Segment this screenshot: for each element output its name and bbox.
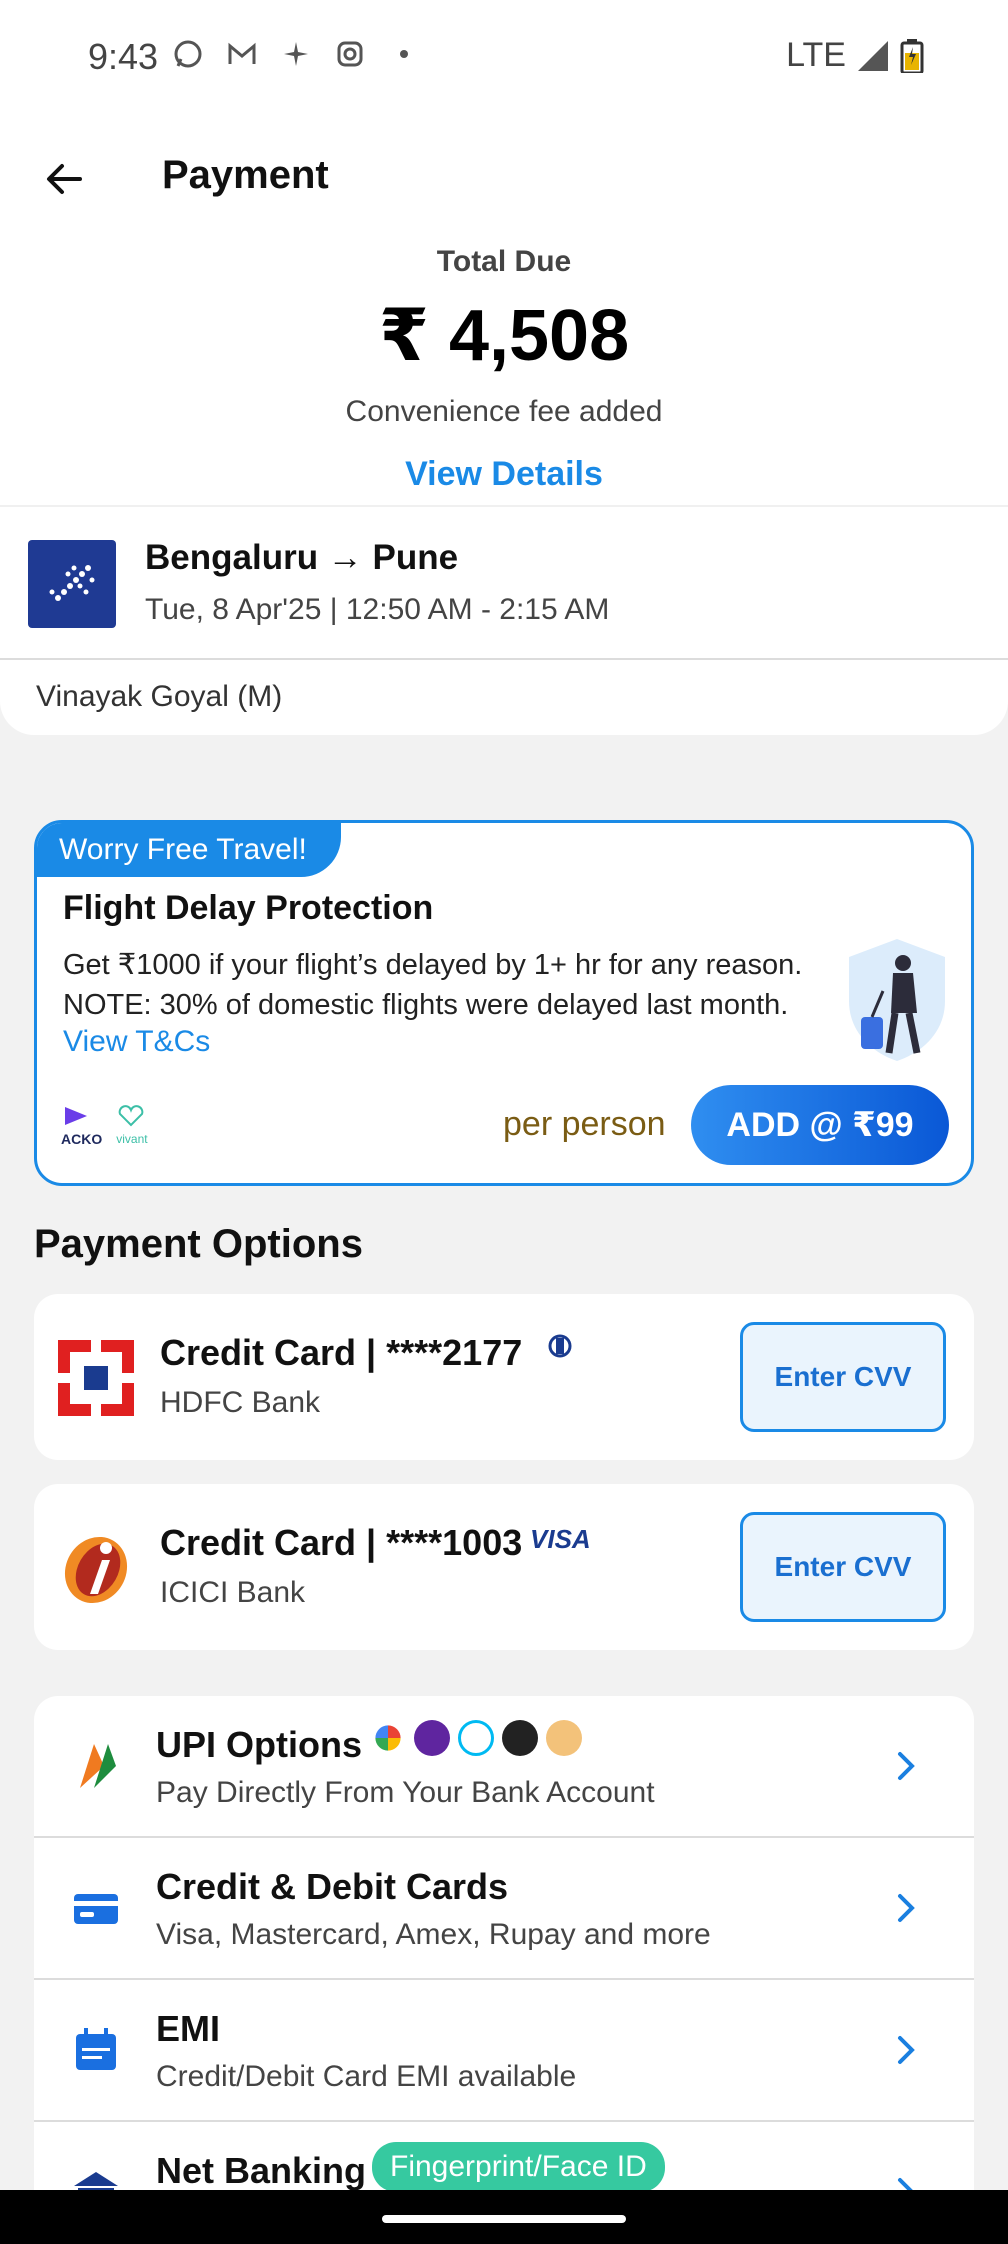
option-upi[interactable]: UPI Options Pay Directly From Your Bank … xyxy=(34,1696,974,1838)
view-details-link[interactable]: View Details xyxy=(0,455,1008,494)
saved-card-icici[interactable]: Credit Card | ****1003 ICICI Bank VISA E… xyxy=(34,1484,974,1650)
option-title: Credit & Debit Cards xyxy=(156,1866,509,1907)
signal-icon xyxy=(858,40,888,71)
paytm-icon xyxy=(458,1720,494,1756)
view-terms-link[interactable]: View T&Cs xyxy=(63,1025,210,1059)
diners-club-logo xyxy=(530,1334,590,1380)
add-protection-button[interactable]: ADD @ ₹99 xyxy=(691,1085,949,1165)
gmail-icon xyxy=(226,38,258,70)
app-header: Payment xyxy=(0,115,1008,235)
option-cards[interactable]: Credit & Debit Cards Visa, Mastercard, A… xyxy=(34,1838,974,1980)
notification-icons xyxy=(172,38,420,70)
sparkle-icon xyxy=(280,38,312,70)
total-due-amount: ₹ 4,508 xyxy=(378,296,630,376)
card-bank: HDFC Bank xyxy=(160,1386,321,1419)
divider xyxy=(0,658,1008,660)
wallet-icon xyxy=(502,1720,538,1756)
card-title: Credit Card | ****2177 xyxy=(160,1332,523,1373)
option-title: UPI Options xyxy=(156,1724,362,1765)
worry-free-badge: Worry Free Travel! xyxy=(37,823,341,877)
phonepe-icon xyxy=(414,1720,450,1756)
flight-delay-protection-card: Worry Free Travel! Flight Delay Protecti… xyxy=(34,820,974,1186)
total-due-label: Total Due xyxy=(436,245,572,278)
insurance-desc-line1: Get ₹1000 if your flight’s delayed by 1+… xyxy=(63,949,803,981)
per-person-label: per person xyxy=(503,1105,666,1143)
insurance-title: Flight Delay Protection xyxy=(63,889,434,927)
calendar-icon xyxy=(76,2028,116,2070)
summary-card: Payment Total Due ₹ 4,508 Convenience fe… xyxy=(0,115,1008,735)
convenience-fee-note: Convenience fee added xyxy=(345,395,663,428)
visa-logo: VISA xyxy=(530,1524,591,1554)
enter-cvv-button[interactable]: Enter CVV xyxy=(740,1512,946,1622)
network-label: LTE xyxy=(786,36,846,74)
hdfc-logo xyxy=(58,1340,134,1416)
payment-options-title: Payment Options xyxy=(34,1222,363,1266)
whatsapp-icon xyxy=(172,38,204,70)
traveler-illustration xyxy=(849,939,945,1061)
flight-route: Bengaluru → Pune xyxy=(145,538,459,577)
option-subtitle: Credit/Debit Card EMI available xyxy=(156,2060,577,2093)
back-arrow-icon[interactable] xyxy=(40,155,88,203)
battery-icon xyxy=(900,38,924,73)
option-subtitle: Pay Directly From Your Bank Account xyxy=(156,1776,655,1809)
option-title: EMI xyxy=(156,2008,221,2049)
chevron-right-icon xyxy=(898,2036,915,2064)
status-right: LTE xyxy=(786,36,924,75)
gpay-icon xyxy=(375,1725,401,1751)
divider xyxy=(0,505,1008,507)
amazon-pay-icon xyxy=(546,1720,582,1756)
acko-logo: ACKO xyxy=(61,1105,102,1146)
upi-app-logos xyxy=(370,1720,582,1756)
status-bar: 9:43 LTE xyxy=(0,0,1008,115)
fingerprint-badge: Fingerprint/Face ID xyxy=(372,2142,665,2192)
insurance-desc-line2: NOTE: 30% of domestic flights were delay… xyxy=(63,989,789,1021)
chevron-right-icon xyxy=(898,1894,915,1922)
vivant-logo: vivant xyxy=(116,1105,148,1146)
payment-options-list: UPI Options Pay Directly From Your Bank … xyxy=(34,1696,974,2244)
credit-card-icon xyxy=(74,1894,118,1924)
option-subtitle: Visa, Mastercard, Amex, Rupay and more xyxy=(156,1918,711,1951)
status-time: 9:43 xyxy=(88,36,159,77)
saved-card-hdfc[interactable]: Credit Card | ****2177 HDFC Bank Enter C… xyxy=(34,1294,974,1460)
page-title: Payment xyxy=(162,153,329,197)
dot-icon xyxy=(388,38,420,70)
airline-logo xyxy=(28,540,116,628)
passenger-name: Vinayak Goyal (M) xyxy=(36,680,283,713)
acko-logo-text: ACKO xyxy=(61,1131,103,1147)
upi-icon xyxy=(80,1744,116,1788)
flight-datetime: Tue, 8 Apr'25 | 12:50 AM - 2:15 AM xyxy=(145,593,610,626)
enter-cvv-button[interactable]: Enter CVV xyxy=(740,1322,946,1432)
home-gesture-handle[interactable] xyxy=(382,2215,626,2223)
option-title: Net Banking xyxy=(156,2150,367,2191)
chevron-right-icon xyxy=(898,1752,915,1780)
option-emi[interactable]: EMI Credit/Debit Card EMI available xyxy=(34,1980,974,2122)
card-bank: ICICI Bank xyxy=(160,1576,306,1609)
insurance-description: Get ₹1000 if your flight’s delayed by 1+… xyxy=(63,945,883,1025)
instagram-icon xyxy=(334,38,366,70)
card-title: Credit Card | ****1003 xyxy=(160,1522,523,1563)
vivant-logo-text: vivant xyxy=(116,1132,148,1146)
icici-logo xyxy=(64,1536,128,1604)
insurance-partners: ACKO vivant xyxy=(61,1105,148,1146)
